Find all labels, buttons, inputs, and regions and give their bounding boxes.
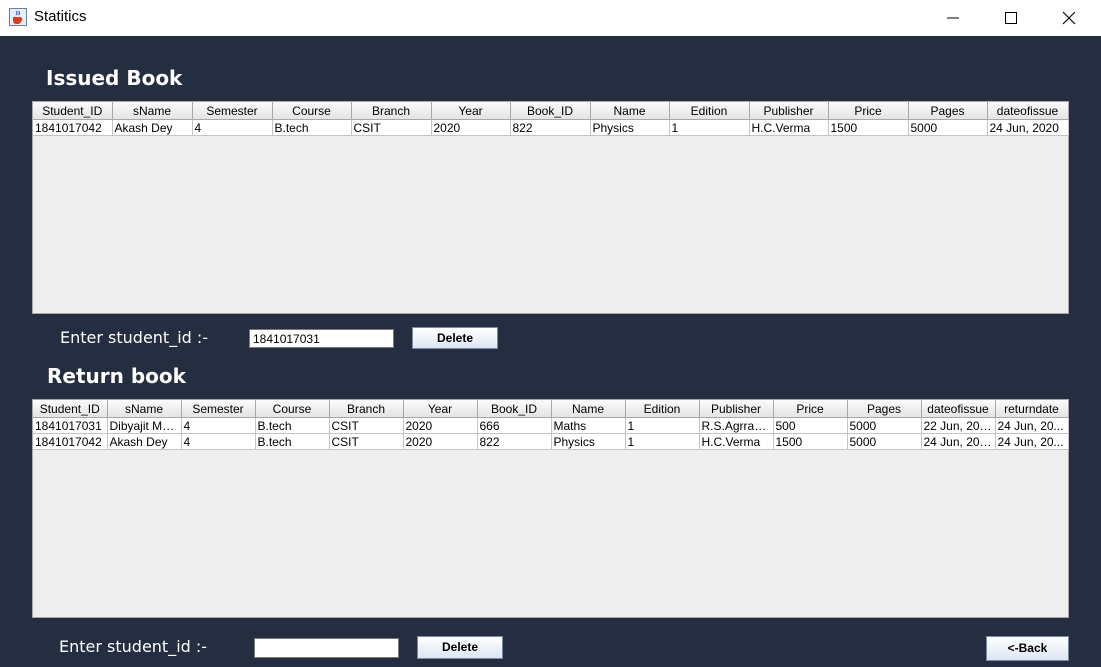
table-cell[interactable]: 4 — [192, 119, 273, 136]
table-cell[interactable]: Akash Dey — [107, 433, 182, 450]
return-book-table[interactable]: Student_ID sName Semester Course Branch Year B… — [33, 400, 1069, 450]
java-cup-icon — [9, 8, 27, 26]
return-book-table-panel[interactable]: Student_ID sName Semester Course Branch Year B… — [32, 399, 1069, 618]
issued-book-table-panel[interactable]: Student_ID sName Semester Course Branch Year B… — [32, 101, 1069, 314]
column-header[interactable]: dateofissue — [987, 102, 1069, 120]
table-row[interactable]: 1841017042 Akash Dey 4 B.tech CSIT 2020 822 Phy… — [33, 433, 1069, 450]
issued-student-id-label: Enter student_id :- — [60, 328, 209, 347]
return-student-id-label: Enter student_id :- — [59, 637, 208, 656]
column-header[interactable]: Student_ID — [33, 400, 108, 418]
table-cell[interactable]: 2020 — [403, 433, 478, 450]
table-cell[interactable]: 822 — [477, 433, 552, 450]
column-header[interactable]: Pages — [847, 400, 922, 418]
table-cell[interactable]: Physics — [551, 433, 626, 450]
table-cell[interactable]: Akash Dey — [112, 119, 193, 136]
table-cell[interactable]: CSIT — [329, 433, 404, 450]
table-cell[interactable]: 4 — [181, 433, 256, 450]
column-header[interactable]: returndate — [995, 400, 1069, 418]
column-header[interactable]: sName — [112, 102, 193, 120]
column-header[interactable]: Price — [828, 102, 909, 120]
column-header[interactable]: Publisher — [699, 400, 774, 418]
table-cell[interactable]: 1 — [625, 417, 700, 434]
title-bar: Statitics — [0, 0, 1101, 36]
column-header[interactable]: sName — [107, 400, 182, 418]
column-header[interactable]: Name — [590, 102, 670, 120]
table-cell[interactable]: 1 — [669, 119, 750, 136]
table-cell[interactable]: 1 — [625, 433, 700, 450]
column-header[interactable]: Book_ID — [510, 102, 591, 120]
column-header[interactable]: Publisher — [749, 102, 829, 120]
table-row[interactable]: 1841017042 Akash Dey 4 B.tech CSIT 2020 822 Phy… — [33, 119, 1069, 136]
table-cell[interactable]: H.C.Verma — [749, 119, 829, 136]
minimize-button[interactable] — [924, 0, 982, 36]
table-cell[interactable]: R.S.Agrrawal — [699, 417, 774, 434]
column-header[interactable]: Price — [773, 400, 848, 418]
table-cell[interactable]: 666 — [477, 417, 552, 434]
column-header[interactable]: Year — [431, 102, 511, 120]
table-cell[interactable]: 5000 — [847, 433, 922, 450]
column-header[interactable]: Branch — [329, 400, 404, 418]
table-row[interactable]: 1841017031 Dibyajit Mo... 4 B.tech CSIT 2020 6… — [33, 417, 1069, 434]
issued-delete-button[interactable]: Delete — [412, 327, 498, 349]
column-header[interactable]: Edition — [625, 400, 700, 418]
column-header[interactable]: Student_ID — [33, 102, 113, 120]
column-header[interactable]: Course — [272, 102, 352, 120]
column-header[interactable]: Semester — [192, 102, 273, 120]
table-cell[interactable]: Physics — [590, 119, 670, 136]
table-cell[interactable]: 2020 — [431, 119, 511, 136]
table-cell[interactable]: 22 Jun, 2020 — [921, 417, 996, 434]
table-cell[interactable]: 500 — [773, 417, 848, 434]
main-panel: Issued Book Student_ID sName Semester Cours… — [0, 36, 1101, 667]
table-cell[interactable]: 1841017042 — [33, 433, 108, 450]
table-cell[interactable]: B.tech — [272, 119, 352, 136]
table-cell[interactable]: 24 Jun, 20... — [995, 433, 1069, 450]
close-button[interactable] — [1040, 0, 1098, 36]
return-book-heading: Return book — [47, 364, 186, 388]
column-header[interactable]: Course — [255, 400, 330, 418]
column-header[interactable]: Year — [403, 400, 478, 418]
table-cell[interactable]: 1500 — [828, 119, 909, 136]
table-cell[interactable]: 4 — [181, 417, 256, 434]
table-cell[interactable]: H.C.Verma — [699, 433, 774, 450]
table-cell[interactable]: 1500 — [773, 433, 848, 450]
maximize-icon — [1005, 12, 1017, 24]
minimize-icon — [947, 17, 959, 19]
column-header[interactable]: Book_ID — [477, 400, 552, 418]
issued-student-id-input[interactable] — [249, 329, 394, 348]
table-cell[interactable]: B.tech — [255, 433, 330, 450]
table-cell[interactable]: 1841017042 — [33, 119, 113, 136]
table-cell[interactable]: 1841017031 — [33, 417, 108, 434]
table-cell[interactable]: CSIT — [329, 417, 404, 434]
table-cell[interactable]: 5000 — [847, 417, 922, 434]
table-cell[interactable]: CSIT — [351, 119, 432, 136]
column-header[interactable]: Branch — [351, 102, 432, 120]
return-student-id-input[interactable] — [254, 638, 399, 658]
table-cell[interactable]: Dibyajit Mo... — [107, 417, 182, 434]
table-cell[interactable]: Maths — [551, 417, 626, 434]
column-header[interactable]: Edition — [669, 102, 750, 120]
table-cell[interactable]: B.tech — [255, 417, 330, 434]
table-cell[interactable]: 24 Jun, 2020 — [987, 119, 1069, 136]
issued-book-table[interactable]: Student_ID sName Semester Course Branch Year B… — [33, 102, 1069, 136]
table-cell[interactable]: 24 Jun, 20... — [995, 417, 1069, 434]
table-cell[interactable]: 2020 — [403, 417, 478, 434]
maximize-button[interactable] — [982, 0, 1040, 36]
issued-book-heading: Issued Book — [46, 66, 183, 90]
table-cell[interactable]: 822 — [510, 119, 591, 136]
return-delete-button[interactable]: Delete — [417, 636, 503, 659]
column-header[interactable]: Name — [551, 400, 626, 418]
column-header[interactable]: dateofissue — [921, 400, 996, 418]
column-header[interactable]: Pages — [908, 102, 988, 120]
window-title: Statitics — [34, 8, 87, 25]
back-button[interactable]: <-Back — [986, 636, 1069, 661]
table-cell[interactable]: 24 Jun, 2020 — [921, 433, 996, 450]
table-cell[interactable]: 5000 — [908, 119, 988, 136]
column-header[interactable]: Semester — [181, 400, 256, 418]
close-icon — [1062, 11, 1076, 25]
